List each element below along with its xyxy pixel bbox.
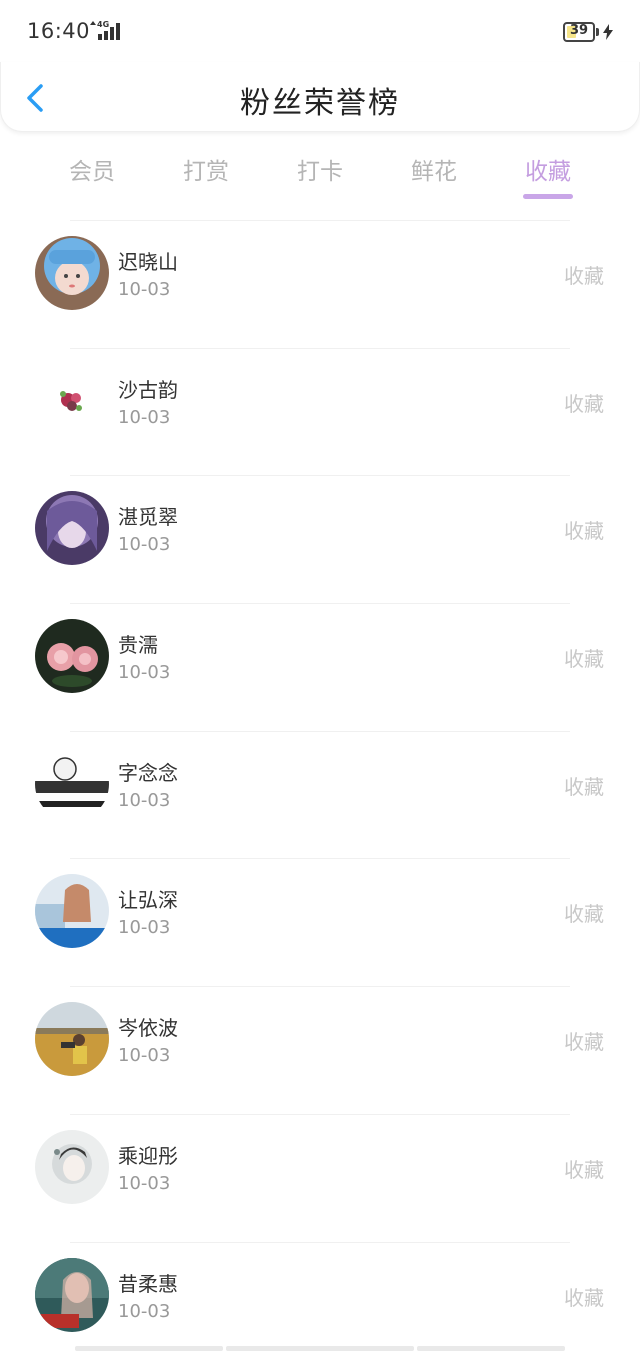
status-time: 16:40: [27, 19, 91, 43]
avatar: [35, 619, 109, 694]
divider: [70, 475, 570, 477]
fan-action: 收藏: [564, 1030, 604, 1055]
fan-name: 迟晓山: [118, 250, 178, 274]
list-item[interactable]: 湛觅翠 10-03 收藏: [0, 475, 640, 603]
bottom-bar-segment: [75, 1346, 223, 1351]
fan-action: 收藏: [564, 902, 604, 927]
divider: [70, 986, 570, 988]
fan-name: 乘迎彤: [118, 1143, 178, 1168]
fan-date: 10-03: [118, 279, 171, 300]
divider: [70, 220, 570, 221]
fan-action: 收藏: [564, 391, 604, 416]
divider: [70, 858, 570, 860]
avatar: [35, 236, 109, 310]
signal-icon: 4G: [90, 20, 120, 40]
tab-favorites[interactable]: 收藏: [518, 152, 578, 186]
avatar: [35, 874, 109, 949]
divider: [70, 1241, 570, 1243]
charging-icon: [603, 24, 613, 40]
fan-list: 迟晓山 10-03 收藏 沙古韵 10-03 收藏 湛觅翠 10-03 收藏 贵…: [0, 220, 640, 1351]
fan-date: 10-03: [118, 1300, 171, 1322]
tab-flowers[interactable]: 鲜花: [404, 152, 464, 186]
bottom-bar-segment: [417, 1346, 565, 1351]
list-item[interactable]: 岑依波 10-03 收藏: [0, 986, 640, 1114]
battery-icon: 39: [563, 22, 595, 42]
tab-members[interactable]: 会员: [62, 152, 122, 186]
avatar: [35, 1257, 109, 1332]
fan-name: 让弘深: [118, 888, 178, 913]
fan-date: 10-03: [118, 917, 171, 939]
list-item[interactable]: 迟晓山 10-03 收藏: [0, 220, 640, 348]
fan-action: 收藏: [564, 1157, 604, 1182]
fan-date: 10-03: [118, 534, 171, 556]
tab-checkin[interactable]: 打卡: [290, 152, 350, 186]
fan-name: 岑依波: [118, 1016, 178, 1041]
tab-rewards[interactable]: 打赏: [176, 152, 236, 186]
fan-name: 湛觅翠: [118, 505, 178, 530]
divider: [70, 603, 570, 605]
list-item[interactable]: 让弘深 10-03 收藏: [0, 858, 640, 986]
fan-action: 收藏: [564, 264, 604, 288]
fan-name: 昔柔惠: [118, 1271, 178, 1296]
fan-name: 沙古韵: [118, 377, 178, 402]
fan-action: 收藏: [564, 647, 604, 672]
bottom-bar-segment: [226, 1346, 414, 1351]
fan-date: 10-03: [118, 789, 171, 811]
list-item[interactable]: 字念念 10-03 收藏: [0, 730, 640, 859]
list-item[interactable]: 昔柔惠 10-03 收藏: [0, 1241, 640, 1351]
fan-date: 10-03: [118, 406, 171, 428]
fan-action: 收藏: [564, 774, 604, 799]
divider: [70, 730, 570, 732]
list-item[interactable]: 贵濡 10-03 收藏: [0, 603, 640, 731]
fan-date: 10-03: [118, 1172, 171, 1194]
header: 粉丝荣誉榜: [0, 62, 640, 132]
divider: [70, 347, 570, 349]
page-title: 粉丝荣誉榜: [240, 86, 400, 121]
avatar: [35, 1002, 109, 1077]
network-label: 4G: [97, 20, 109, 29]
avatar: [35, 746, 109, 821]
tab-bar: 会员 打赏 打卡 鲜花 收藏: [0, 140, 640, 210]
avatar: [35, 1129, 109, 1204]
status-bar: 16:40 4G 39: [0, 0, 640, 62]
battery-tip: [596, 28, 599, 36]
fan-name: 贵濡: [118, 633, 158, 658]
avatar: [35, 491, 109, 566]
list-item[interactable]: 沙古韵 10-03 收藏: [0, 347, 640, 476]
fan-date: 10-03: [118, 1045, 171, 1067]
fan-action: 收藏: [564, 519, 604, 544]
list-item[interactable]: 乘迎彤 10-03 收藏: [0, 1113, 640, 1242]
battery-percent: 39: [569, 23, 589, 38]
fan-action: 收藏: [564, 1285, 604, 1310]
fan-date: 10-03: [118, 662, 171, 684]
divider: [70, 1113, 570, 1115]
avatar: [35, 363, 109, 438]
fan-name: 字念念: [118, 760, 178, 785]
active-tab-indicator: [523, 194, 573, 199]
